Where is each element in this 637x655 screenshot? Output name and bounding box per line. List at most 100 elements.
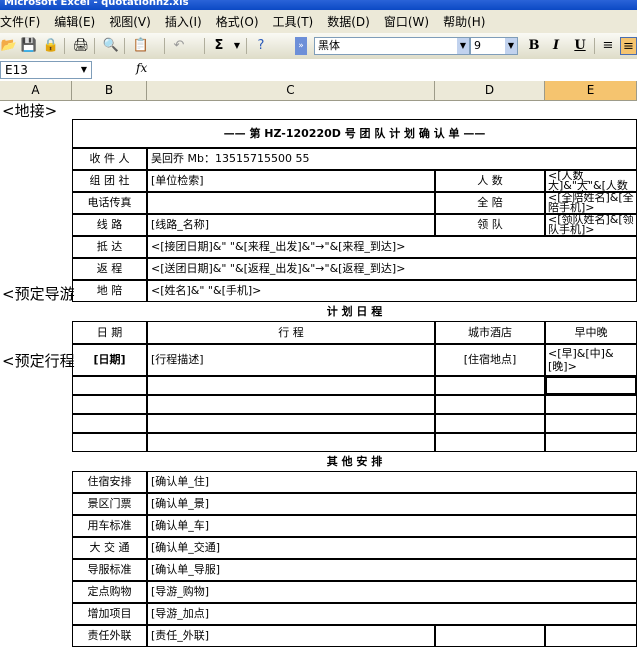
info-right-value[interactable]: <[人数_大]&"大"&[人数_小]&"小"> bbox=[545, 170, 637, 192]
autosum-icon[interactable]: Σ bbox=[210, 37, 228, 55]
save-icon[interactable]: 💾 bbox=[20, 37, 38, 55]
menu-data[interactable]: 数据(D) bbox=[327, 13, 370, 30]
info-label: 地 陪 bbox=[72, 280, 147, 302]
chevron-down-icon[interactable]: ▼ bbox=[81, 62, 87, 78]
font-name-combo[interactable]: 黑体 ▼ bbox=[314, 37, 470, 55]
active-cell-e13[interactable] bbox=[545, 376, 637, 395]
plan-empty-cell[interactable] bbox=[435, 376, 545, 395]
column-header-c[interactable]: C bbox=[147, 81, 435, 100]
info-value[interactable]: <[接团日期]&" "&[来程_出发]&"→"&[来程_到达]> bbox=[147, 236, 637, 258]
window-title: Microsoft Excel - quotationhz.xls bbox=[0, 0, 637, 10]
other-value[interactable]: [确认单_景] bbox=[147, 493, 637, 515]
info-value[interactable]: <[送团日期]&" "&[返程_出发]&"→"&[返程_到达]> bbox=[147, 258, 637, 280]
plan-row-date[interactable]: [日期] bbox=[72, 344, 147, 376]
font-name-value: 黑体 bbox=[318, 39, 340, 52]
info-value[interactable] bbox=[147, 192, 435, 214]
side-label-itinerary: <预定行程 bbox=[2, 352, 75, 370]
separator bbox=[124, 38, 125, 54]
menu-tools[interactable]: 工具(T) bbox=[273, 13, 314, 30]
column-header-a[interactable]: A bbox=[0, 81, 72, 100]
info-label: 收 件 人 bbox=[72, 148, 147, 170]
info-right-value[interactable]: <[全陪姓名]&[全陪手机]> bbox=[545, 192, 637, 214]
chevron-down-icon[interactable]: ▼ bbox=[505, 38, 517, 54]
info-label: 电话传真 bbox=[72, 192, 147, 214]
other-value[interactable]: [责任_外联] bbox=[147, 625, 435, 647]
plan-empty-cell[interactable] bbox=[147, 414, 435, 433]
menu-help[interactable]: 帮助(H) bbox=[443, 13, 485, 30]
font-size-combo[interactable]: 9 ▼ bbox=[470, 37, 518, 55]
info-right-label: 领 队 bbox=[435, 214, 545, 236]
plan-empty-cell[interactable] bbox=[545, 395, 637, 414]
other-value[interactable]: [确认单_车] bbox=[147, 515, 637, 537]
menu-edit[interactable]: 编辑(E) bbox=[54, 13, 95, 30]
column-header-d[interactable]: D bbox=[435, 81, 545, 100]
plan-row-hotel[interactable]: [住宿地点] bbox=[435, 344, 545, 376]
info-value[interactable]: [线路_名称] bbox=[147, 214, 435, 236]
plan-empty-cell[interactable] bbox=[435, 395, 545, 414]
info-value[interactable]: <[姓名]&" "&[手机]> bbox=[147, 280, 637, 302]
info-label: 线 路 bbox=[72, 214, 147, 236]
plan-empty-cell[interactable] bbox=[545, 433, 637, 452]
italic-button[interactable]: I bbox=[546, 37, 566, 55]
menu-format[interactable]: 格式(O) bbox=[216, 13, 259, 30]
column-header-e[interactable]: E bbox=[545, 81, 637, 100]
plan-empty-cell[interactable] bbox=[147, 433, 435, 452]
column-headers: A B C D E bbox=[0, 81, 637, 101]
chevron-down-icon[interactable]: ▼ bbox=[228, 37, 246, 55]
info-right-value[interactable]: <[领队姓名]&[领队手机]> bbox=[545, 214, 637, 236]
other-label: 导服标准 bbox=[72, 559, 147, 581]
plan-row-meals[interactable]: <[早]&[中]&[晚]> bbox=[545, 344, 637, 376]
plan-empty-cell[interactable] bbox=[435, 433, 545, 452]
plan-empty-cell[interactable] bbox=[435, 414, 545, 433]
help-icon[interactable]: ? bbox=[252, 37, 270, 55]
menu-window[interactable]: 窗口(W) bbox=[384, 13, 429, 30]
permission-icon[interactable]: 🔒 bbox=[42, 37, 60, 55]
plan-header-date: 日 期 bbox=[72, 321, 147, 344]
align-center-icon[interactable]: ≡ bbox=[620, 37, 637, 55]
other-value[interactable]: [确认单_住] bbox=[147, 471, 637, 493]
undo-icon[interactable]: ↶ bbox=[170, 37, 188, 55]
other-value[interactable]: [导游_购物] bbox=[147, 581, 637, 603]
toolbar-overflow-icon[interactable]: » bbox=[295, 37, 307, 55]
underline-button[interactable]: U bbox=[570, 37, 590, 55]
function-icon[interactable]: fx bbox=[136, 61, 147, 75]
menu-file[interactable]: 文件(F) bbox=[0, 13, 40, 30]
column-header-b[interactable]: B bbox=[72, 81, 147, 100]
chevron-down-icon[interactable]: ▼ bbox=[457, 38, 469, 54]
toolbar: 📂 💾 🔒 🖨 🔍 📋 ↶ Σ ▼ ? » 黑体 ▼ 9 ▼ B I U ≡ ≡ bbox=[0, 33, 637, 60]
other-value[interactable]: [确认单_交通] bbox=[147, 537, 637, 559]
plan-row-route[interactable]: [行程描述] bbox=[147, 344, 435, 376]
open-folder-icon[interactable]: 📂 bbox=[0, 37, 18, 55]
separator bbox=[64, 38, 65, 54]
other-label: 增加项目 bbox=[72, 603, 147, 625]
separator bbox=[204, 38, 205, 54]
other-label: 大 交 通 bbox=[72, 537, 147, 559]
bold-button[interactable]: B bbox=[524, 37, 544, 55]
plan-empty-cell[interactable] bbox=[72, 433, 147, 452]
side-label-local-guide: <地接> bbox=[2, 102, 58, 120]
menu-view[interactable]: 视图(V) bbox=[109, 13, 151, 30]
plan-header-meals: 早中晚 bbox=[545, 321, 637, 344]
other-empty-cell[interactable] bbox=[435, 625, 545, 647]
plan-empty-cell[interactable] bbox=[147, 395, 435, 414]
info-value[interactable]: 吴回乔 Mb：13515715500 55 bbox=[147, 148, 637, 170]
other-value[interactable]: [确认单_导服] bbox=[147, 559, 637, 581]
side-label-guide: <预定导游 bbox=[2, 285, 75, 303]
research-icon[interactable]: 🔍 bbox=[102, 37, 120, 55]
paste-icon[interactable]: 📋 bbox=[132, 37, 150, 55]
plan-section-title: 计 划 日 程 bbox=[326, 305, 383, 318]
info-value[interactable]: [单位检索] bbox=[147, 170, 435, 192]
document-header: —— 第 HZ-120220D 号 团 队 计 划 确 认 单 —— bbox=[72, 119, 637, 148]
menu-insert[interactable]: 插入(I) bbox=[165, 13, 202, 30]
plan-empty-cell[interactable] bbox=[545, 414, 637, 433]
print-icon[interactable]: 🖨 bbox=[72, 37, 90, 55]
name-box[interactable]: E13 ▼ bbox=[0, 61, 92, 79]
plan-empty-cell[interactable] bbox=[72, 414, 147, 433]
info-right-label: 人 数 bbox=[435, 170, 545, 192]
align-left-icon[interactable]: ≡ bbox=[598, 37, 618, 55]
plan-empty-cell[interactable] bbox=[72, 395, 147, 414]
plan-empty-cell[interactable] bbox=[72, 376, 147, 395]
other-empty-cell[interactable] bbox=[545, 625, 637, 647]
plan-empty-cell[interactable] bbox=[147, 376, 435, 395]
other-value[interactable]: [导游_加点] bbox=[147, 603, 637, 625]
